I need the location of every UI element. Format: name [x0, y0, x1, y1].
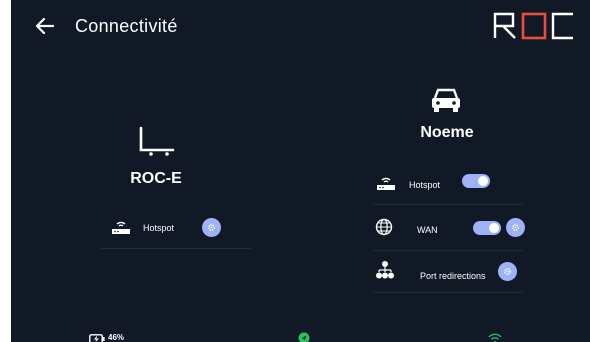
right-port-redirections-settings-button[interactable]: [498, 262, 517, 281]
toggle-knob: [478, 176, 488, 186]
right-hotspot-toggle[interactable]: [462, 174, 490, 188]
gps-icon: [298, 332, 310, 342]
right-wan-toggle[interactable]: [473, 221, 501, 235]
right-hotspot-label: Hotspot: [409, 180, 441, 190]
page-title: Connectivité: [75, 16, 178, 36]
right-wan-settings-button[interactable]: [506, 218, 525, 237]
right-port-redirections-row: Port redirections: [373, 258, 523, 293]
toggle-knob: [489, 223, 499, 233]
cart-icon: [139, 126, 175, 156]
car-icon: [432, 88, 460, 112]
battery-charging-icon: [89, 334, 105, 342]
gear-icon: [504, 268, 511, 275]
divider: [101, 248, 251, 249]
battery-percentage: 46%: [108, 333, 125, 342]
left-hotspot-label: Hotspot: [143, 223, 175, 233]
connectivity-screen: Connectivité ROC-E Hotspot Noeme Hotspot…: [11, 0, 590, 342]
router-icon: [112, 221, 130, 234]
left-hotspot-row: Hotspot: [101, 214, 251, 249]
gear-icon: [512, 224, 519, 231]
right-port-redirections-label: Port redirections: [420, 271, 486, 281]
roc-logo: [493, 12, 573, 40]
wifi-icon: [488, 333, 502, 342]
left-device-name: ROC-E: [130, 170, 182, 187]
left-hotspot-settings-button[interactable]: [202, 218, 221, 237]
divider: [373, 292, 523, 293]
right-wan-row: WAN: [373, 214, 525, 251]
router-icon: [377, 177, 395, 190]
network-tree-icon: [376, 261, 394, 279]
gear-icon: [208, 224, 215, 231]
right-hotspot-row: Hotspot: [373, 170, 523, 205]
right-wan-label: WAN: [417, 225, 438, 235]
globe-icon: [375, 218, 393, 236]
divider: [373, 204, 523, 205]
arrow-left-icon[interactable]: [35, 16, 55, 36]
divider: [373, 250, 523, 251]
right-device-name: Noeme: [420, 124, 474, 141]
